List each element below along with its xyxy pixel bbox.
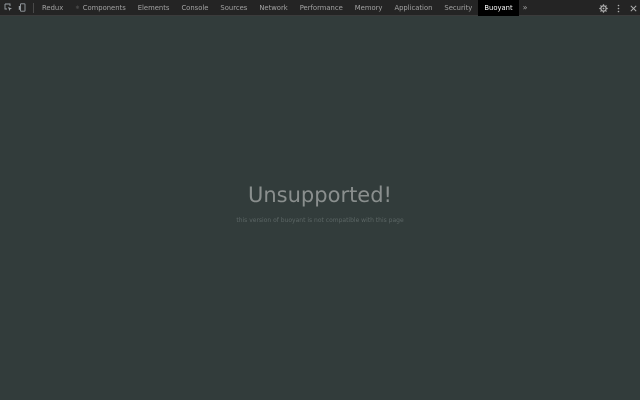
devtools-toolbar: Redux ⚛ Components Elements Console Sour… (0, 0, 640, 16)
tab-buoyant[interactable]: Buoyant (478, 0, 519, 16)
unsupported-subtitle: this version of buoyant is not compatibl… (236, 217, 404, 224)
toolbar-right-actions (593, 0, 638, 16)
tab-label: Network (259, 3, 288, 12)
more-options-icon[interactable] (614, 4, 623, 13)
device-toolbar-icon[interactable] (18, 3, 27, 12)
tab-label: Memory (354, 3, 383, 12)
tab-label: Redux (42, 3, 64, 12)
tab-sources[interactable]: Sources (214, 0, 253, 16)
buoyant-panel: Unsupported! this version of buoyant is … (0, 16, 640, 400)
tab-label: Components (82, 3, 126, 12)
tab-elements[interactable]: Elements (132, 0, 176, 16)
close-icon[interactable] (629, 4, 638, 13)
unsupported-title: Unsupported! (248, 183, 392, 207)
inspect-element-icon[interactable] (4, 3, 13, 12)
tab-network[interactable]: Network (253, 0, 293, 16)
tab-label: Console (181, 3, 209, 12)
tab-label: Buoyant (484, 3, 513, 12)
tab-memory[interactable]: Memory (349, 0, 389, 16)
tab-label: Performance (299, 3, 343, 12)
tab-performance[interactable]: Performance (294, 0, 349, 16)
react-icon: ⚛ (75, 4, 80, 11)
tab-label: Application (394, 3, 433, 12)
tab-label: Security (444, 3, 473, 12)
gear-icon[interactable] (599, 3, 608, 13)
tab-components[interactable]: ⚛ Components (69, 0, 132, 16)
devtools-window: Redux ⚛ Components Elements Console Sour… (0, 0, 640, 400)
toolbar-divider (33, 2, 34, 13)
tab-label: Sources (220, 3, 248, 12)
tab-redux[interactable]: Redux (36, 0, 69, 16)
tab-console[interactable]: Console (175, 0, 214, 16)
tab-security[interactable]: Security (438, 0, 478, 16)
tab-label: Elements (137, 3, 170, 12)
tab-application[interactable]: Application (388, 0, 438, 16)
panel-tabs: Redux ⚛ Components Elements Console Sour… (36, 0, 519, 16)
more-tabs-chevron-icon[interactable]: » (523, 3, 528, 12)
